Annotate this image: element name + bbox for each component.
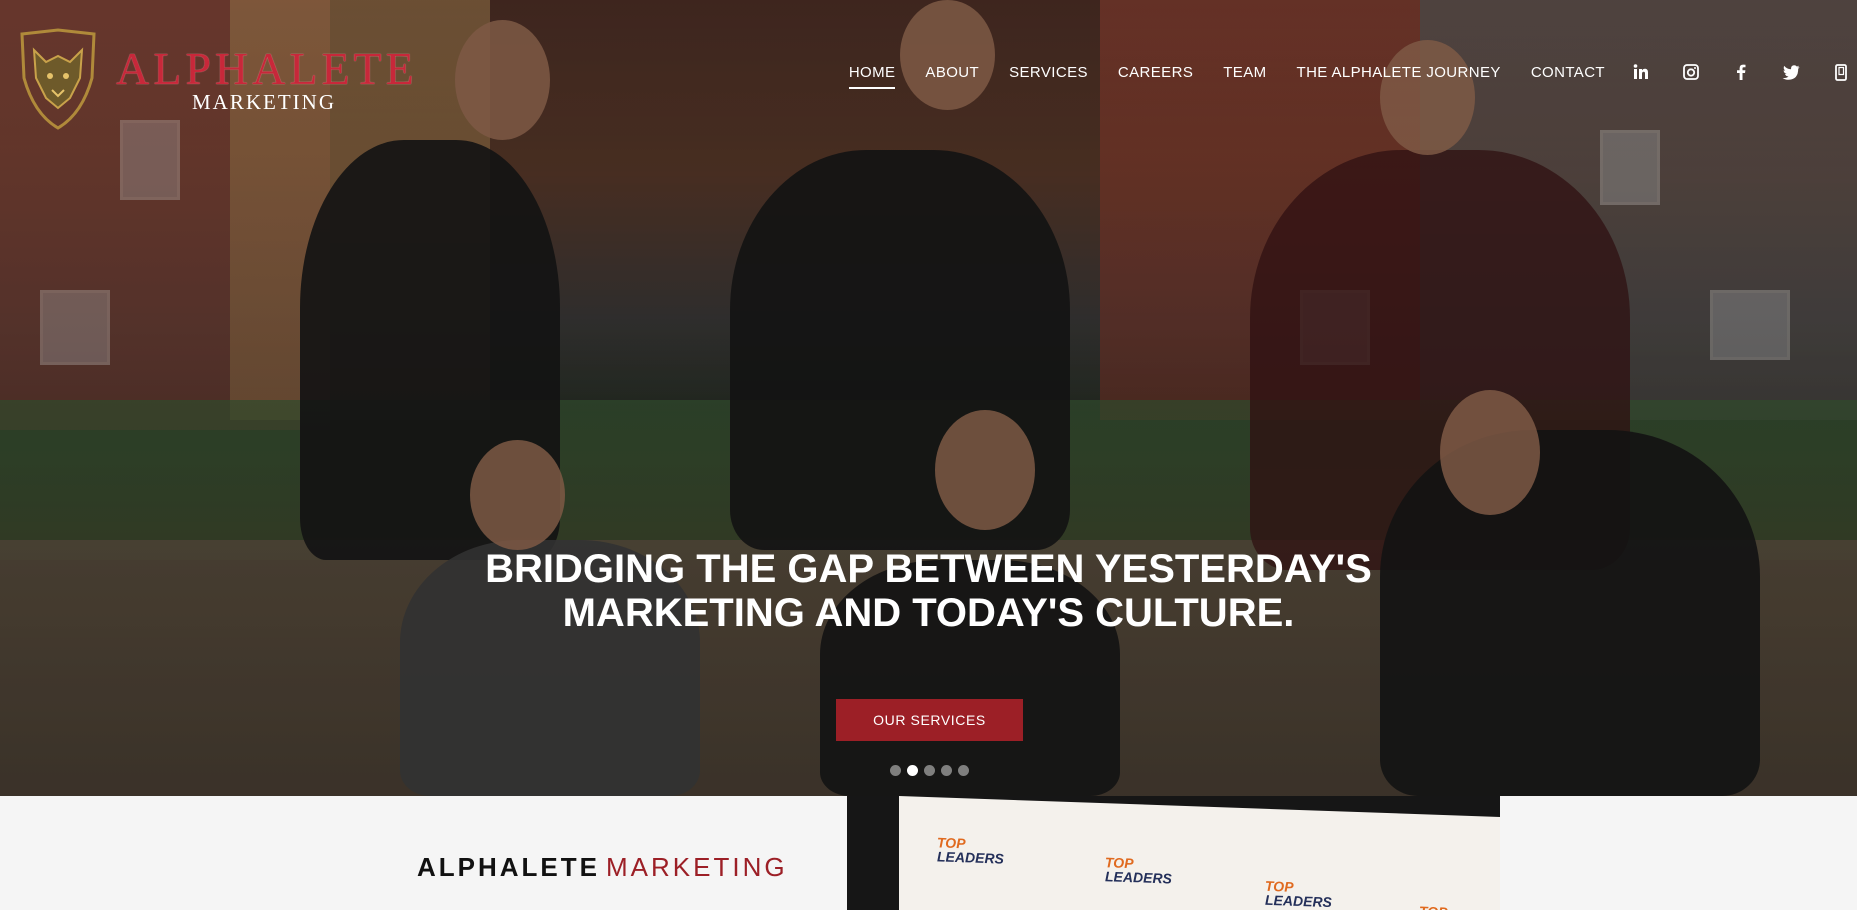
nav-item-careers[interactable]: CAREERS [1118, 64, 1193, 81]
section-title-red: MARKETING [606, 852, 788, 882]
top-leaders-logo: TOPLEADERS [1265, 877, 1332, 910]
top-leaders-logo: TOPLEADERS [1105, 854, 1172, 887]
brand-subtitle: MARKETING [192, 90, 336, 114]
nav-item-contact[interactable]: CONTACT [1531, 64, 1605, 81]
nav-item-home[interactable]: HOME [848, 64, 896, 89]
event-photo: TOPLEADERS TOPLEADERS TOPLEADERS TOPLEAD… [847, 796, 1500, 910]
section-title-black: ALPHALETE [417, 852, 600, 882]
linkedin-icon[interactable] [1631, 62, 1651, 82]
nav-item-services[interactable]: SERVICES [1009, 64, 1088, 81]
twitter-icon[interactable] [1781, 62, 1801, 82]
hero-banner: ALPHALETE MARKETING HOME ABOUT SERVICES … [0, 0, 1857, 796]
nav-item-team[interactable]: TEAM [1223, 64, 1266, 81]
slider-dot-3[interactable] [924, 765, 935, 776]
top-leaders-logo: TOPLEADERS [1419, 903, 1486, 910]
section-title: ALPHALETE MARKETING [417, 852, 788, 883]
wolf-shield-icon [20, 28, 96, 130]
brand-name: ALPHALETE [116, 43, 418, 94]
our-services-button[interactable]: OUR SERVICES [836, 699, 1023, 741]
facebook-icon[interactable] [1731, 62, 1751, 82]
mobile-icon[interactable] [1831, 62, 1851, 82]
brand-logo[interactable]: ALPHALETE MARKETING [12, 28, 414, 132]
top-leaders-logo: TOPLEADERS [937, 834, 1004, 867]
slider-dot-5[interactable] [958, 765, 969, 776]
nav-item-about[interactable]: ABOUT [925, 64, 979, 81]
slider-dot-4[interactable] [941, 765, 952, 776]
slider-dot-2[interactable] [907, 765, 918, 776]
social-links [1631, 62, 1857, 82]
nav-item-journey[interactable]: THE ALPHALETE JOURNEY [1297, 64, 1501, 81]
instagram-icon[interactable] [1681, 62, 1701, 82]
slider-pagination [890, 765, 969, 776]
hero-headline-line2: MARKETING AND TODAY'S CULTURE. [562, 591, 1295, 635]
hero-headline-line1: BRIDGING THE GAP BETWEEN YESTERDAY'S [485, 547, 1372, 591]
hero-headline: BRIDGING THE GAP BETWEEN YESTERDAY'S MAR… [0, 547, 1857, 635]
slider-dot-1[interactable] [890, 765, 901, 776]
main-nav: HOME ABOUT SERVICES CAREERS TEAM THE ALP… [848, 61, 1857, 89]
sponsor-backdrop: TOPLEADERS TOPLEADERS TOPLEADERS TOPLEAD… [899, 796, 1500, 910]
